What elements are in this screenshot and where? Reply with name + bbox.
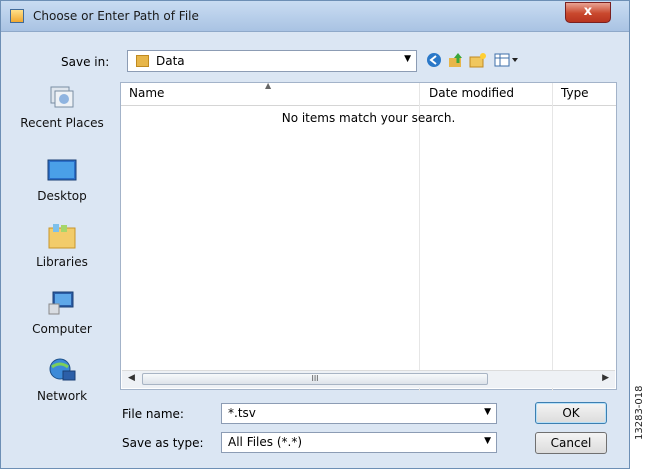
ok-button[interactable]: OK <box>535 402 607 424</box>
place-libraries[interactable]: Libraries <box>9 223 115 269</box>
column-divider[interactable] <box>552 83 553 391</box>
column-divider[interactable] <box>419 83 420 391</box>
folder-icon <box>136 55 149 67</box>
save-in-label: Save in: <box>61 55 110 69</box>
place-label: Recent Places <box>20 116 104 130</box>
save-as-type-select[interactable]: All Files (*.*) ▼ <box>221 432 497 453</box>
save-as-type-value: All Files (*.*) <box>228 435 303 449</box>
horizontal-scrollbar[interactable]: ◀ III ▶ <box>122 370 615 388</box>
chevron-down-icon[interactable]: ▼ <box>484 407 491 417</box>
place-label: Libraries <box>36 255 88 269</box>
file-list[interactable]: Name ▲ Date modified Type No items match… <box>120 81 617 391</box>
view-menu-icon[interactable] <box>493 51 521 69</box>
chevron-down-icon[interactable]: ▼ <box>484 436 491 446</box>
recent-places-icon <box>47 84 77 110</box>
computer-icon <box>47 290 77 316</box>
title-bar[interactable]: Choose or Enter Path of File x <box>1 1 629 32</box>
dialog-body: Save in: Data ▼ Recent Places Desktop Li… <box>9 39 621 461</box>
file-name-label: File name: <box>122 407 184 421</box>
back-icon[interactable] <box>425 51 443 69</box>
place-desktop[interactable]: Desktop <box>9 157 115 203</box>
place-network[interactable]: Network <box>9 357 115 403</box>
app-icon <box>10 9 24 23</box>
libraries-icon <box>47 223 77 249</box>
places-bar: Recent Places Desktop Libraries Computer <box>9 82 115 450</box>
close-button[interactable]: x <box>565 2 611 23</box>
up-folder-icon[interactable] <box>447 51 465 69</box>
new-folder-icon[interactable] <box>469 51 487 69</box>
scrollbar-thumb[interactable]: III <box>142 373 488 385</box>
desktop-icon <box>47 157 77 183</box>
column-header-name[interactable]: Name <box>129 86 164 100</box>
save-in-folder-select[interactable]: Data ▼ <box>127 50 417 72</box>
place-label: Network <box>36 389 88 403</box>
current-folder-label: Data <box>156 54 185 68</box>
chevron-down-icon[interactable]: ▼ <box>404 54 411 64</box>
place-recent-places[interactable]: Recent Places <box>9 84 115 130</box>
place-label: Computer <box>32 322 92 336</box>
empty-results-message: No items match your search. <box>281 111 456 125</box>
scroll-left-icon[interactable]: ◀ <box>128 373 135 383</box>
sort-ascending-icon: ▲ <box>265 81 272 90</box>
place-computer[interactable]: Computer <box>9 290 115 336</box>
network-icon <box>47 357 77 383</box>
save-as-type-label: Save as type: <box>122 436 204 450</box>
file-dialog-window: Choose or Enter Path of File x Save in: … <box>0 0 630 469</box>
cancel-button[interactable]: Cancel <box>535 432 607 454</box>
file-name-value: *.tsv <box>228 406 256 420</box>
window-title: Choose or Enter Path of File <box>33 9 199 23</box>
column-header-row: Name ▲ Date modified Type <box>121 81 616 106</box>
figure-code: 13283-018 <box>634 385 645 440</box>
column-header-type[interactable]: Type <box>561 86 589 100</box>
scroll-right-icon[interactable]: ▶ <box>602 373 609 383</box>
column-header-date-modified[interactable]: Date modified <box>429 86 514 100</box>
file-name-input[interactable]: *.tsv ▼ <box>221 403 497 424</box>
place-label: Desktop <box>37 189 87 203</box>
